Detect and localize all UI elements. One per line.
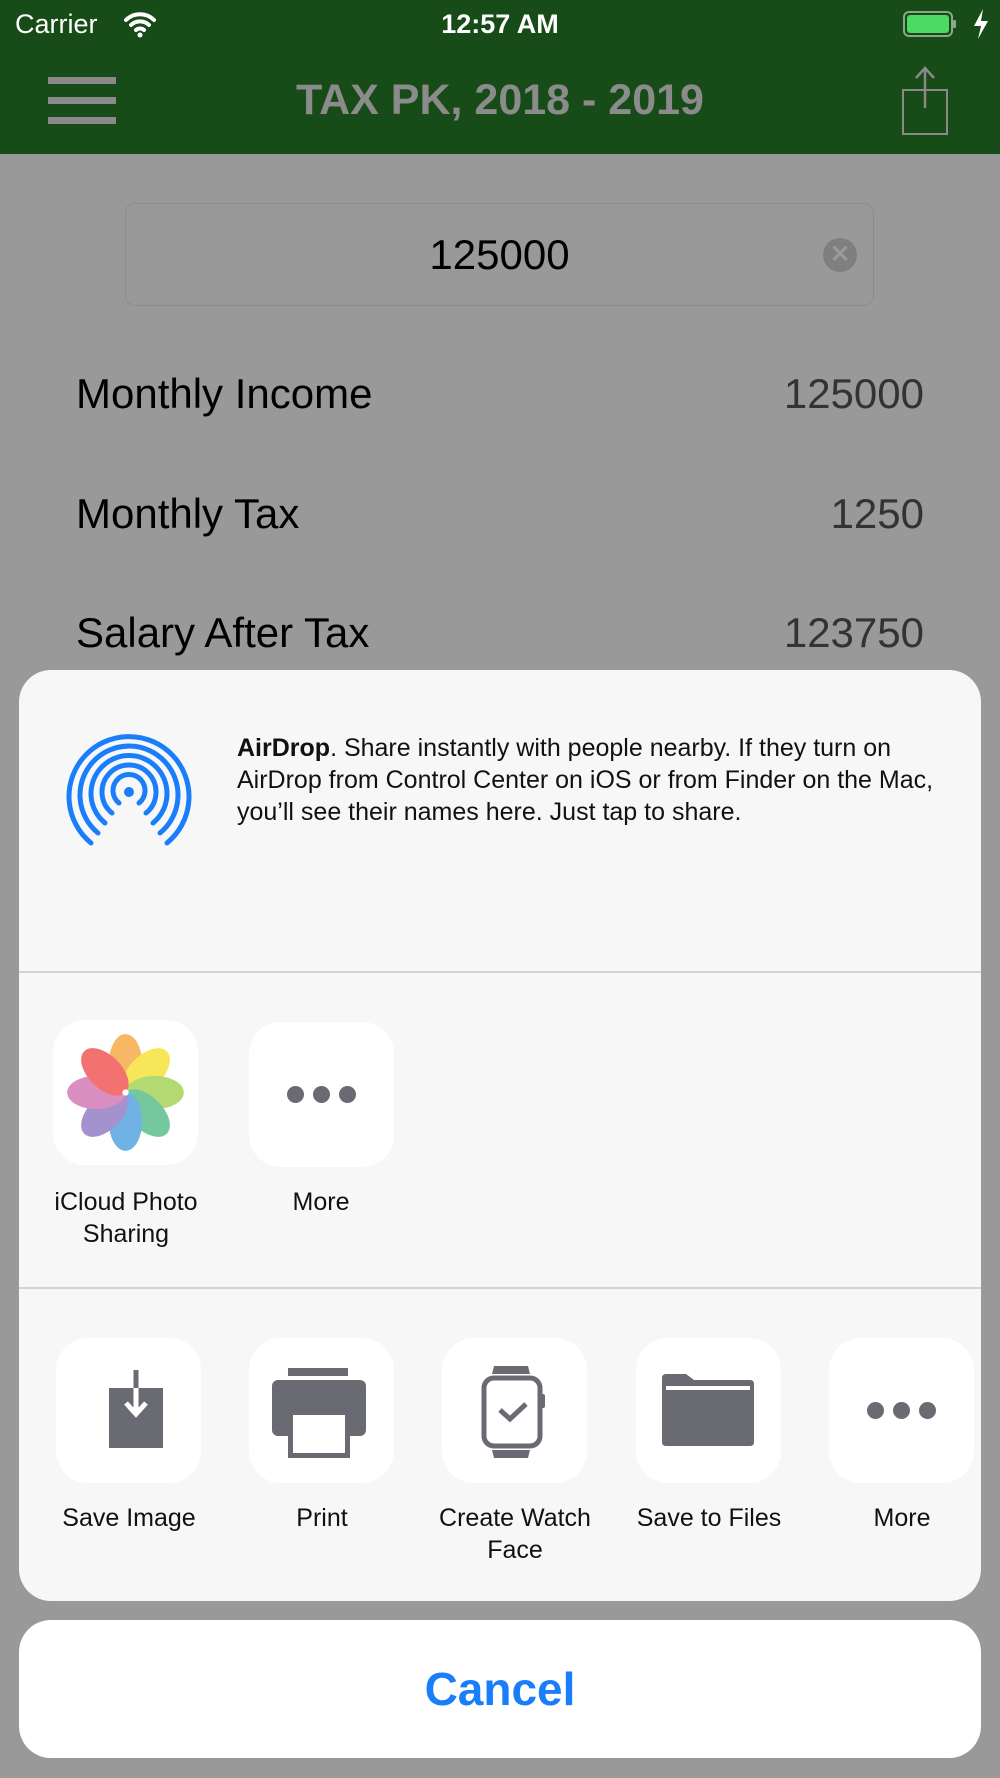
charging-bolt-icon	[974, 9, 988, 39]
action-print[interactable]	[249, 1338, 394, 1483]
airdrop-description: AirDrop. Share instantly with people nea…	[237, 734, 934, 826]
monthly-income-value: 125000	[783, 370, 924, 417]
folder-icon	[662, 1374, 754, 1446]
airdrop-title: AirDrop	[237, 734, 331, 762]
monthly-tax-value: 1250	[830, 490, 924, 537]
cancel-button[interactable]: Cancel	[19, 1620, 981, 1758]
save-image-icon	[109, 1370, 163, 1448]
more-icon	[829, 1338, 974, 1483]
salary-after-tax-value: 123750	[783, 609, 924, 656]
share-icon[interactable]	[900, 66, 950, 136]
salary-input[interactable]	[126, 204, 873, 305]
action-label: Save to Files	[636, 1504, 782, 1532]
printer-icon	[272, 1368, 366, 1458]
action-label: Create Watch Face	[439, 1504, 591, 1564]
salary-after-tax-label: Salary After Tax	[76, 609, 370, 656]
page-title: TAX PK, 2018 - 2019	[296, 76, 704, 124]
status-bar: Carrier 12:57 AM	[0, 0, 1000, 52]
action-label: Print	[296, 1504, 348, 1532]
app-more-button[interactable]	[249, 1022, 394, 1167]
app-icloud-photo-sharing[interactable]	[53, 1020, 198, 1165]
airdrop-icon	[66, 734, 192, 846]
app-label: More	[292, 1188, 350, 1216]
action-more-button[interactable]	[829, 1338, 974, 1483]
app-label: iCloud Photo Sharing	[54, 1188, 198, 1248]
monthly-tax-label: Monthly Tax	[76, 490, 300, 537]
action-label: More	[873, 1504, 931, 1532]
clear-icon[interactable]: ✕	[823, 238, 857, 272]
clock: 12:57 AM	[441, 9, 559, 39]
more-icon	[249, 1022, 394, 1167]
action-save-to-files[interactable]	[636, 1338, 781, 1483]
photos-icon	[67, 1034, 184, 1151]
salary-input-field[interactable]	[125, 203, 874, 306]
action-label: Save Image	[62, 1504, 196, 1532]
watch-icon	[481, 1366, 545, 1458]
divider	[19, 1287, 981, 1289]
monthly-income-label: Monthly Income	[76, 370, 373, 417]
action-create-watch-face[interactable]	[442, 1338, 587, 1483]
share-sheet: AirDrop. Share instantly with people nea…	[19, 670, 981, 1601]
divider	[19, 971, 981, 973]
battery-icon	[903, 11, 956, 37]
action-save-image[interactable]	[56, 1338, 201, 1483]
